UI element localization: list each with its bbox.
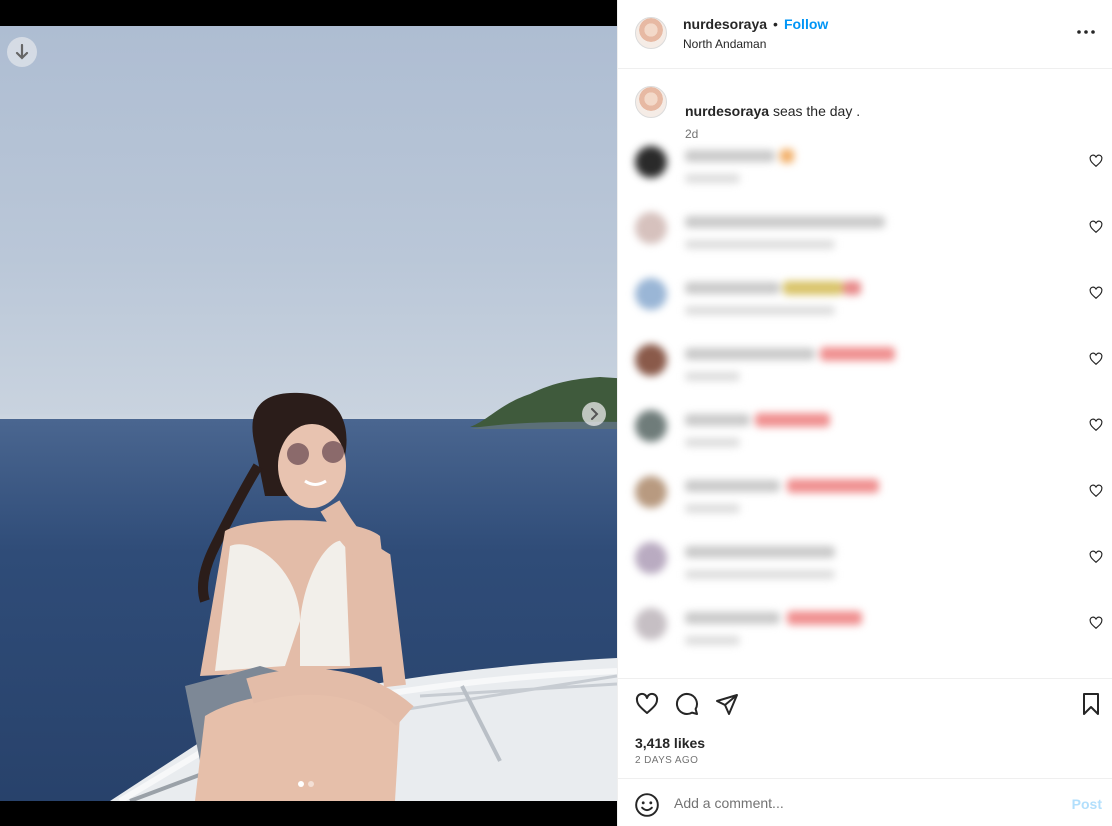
avatar bbox=[635, 476, 667, 508]
carousel-dot bbox=[298, 781, 304, 787]
list-item bbox=[635, 410, 1105, 460]
comments-list[interactable]: nurdesoraya seas the day . 2d bbox=[618, 70, 1112, 678]
comment-like-icon[interactable] bbox=[1089, 352, 1103, 366]
comment-button[interactable] bbox=[674, 691, 700, 717]
avatar bbox=[635, 344, 667, 376]
header-username[interactable]: nurdesoraya bbox=[683, 16, 767, 32]
save-button[interactable] bbox=[1078, 691, 1104, 717]
more-horizontal-icon bbox=[1077, 30, 1095, 34]
comment-like-icon[interactable] bbox=[1089, 484, 1103, 498]
post-panel: nurdesoraya • Follow North Andaman nurde… bbox=[617, 0, 1112, 826]
person-figure bbox=[185, 392, 414, 801]
avatar bbox=[635, 146, 667, 178]
list-item bbox=[635, 146, 1105, 196]
likes-count[interactable]: 3,418 likes bbox=[635, 735, 705, 751]
caption-text: seas the day . bbox=[772, 103, 861, 119]
carousel-indicator bbox=[298, 781, 314, 787]
comment-like-icon[interactable] bbox=[1089, 418, 1103, 432]
list-item bbox=[635, 608, 1105, 658]
post-media bbox=[0, 0, 617, 826]
list-item bbox=[635, 278, 1105, 328]
caption-timestamp[interactable]: 2d bbox=[685, 127, 698, 141]
carousel-dot bbox=[308, 781, 314, 787]
list-item bbox=[635, 542, 1105, 592]
like-button[interactable] bbox=[634, 691, 660, 717]
bookmark-icon bbox=[1083, 693, 1099, 715]
post-photo[interactable] bbox=[0, 26, 617, 801]
comment-like-icon[interactable] bbox=[1089, 550, 1103, 564]
separator-dot: • bbox=[773, 16, 778, 32]
avatar[interactable] bbox=[635, 86, 667, 118]
location-link[interactable]: North Andaman bbox=[683, 37, 766, 51]
caption-username[interactable]: nurdesoraya bbox=[685, 103, 769, 119]
carousel-next-button[interactable] bbox=[582, 402, 606, 426]
more-options-button[interactable] bbox=[1074, 20, 1098, 44]
list-item bbox=[635, 344, 1105, 394]
download-arrow-icon bbox=[15, 44, 29, 60]
post-actions: 3,418 likes 2 DAYS AGO bbox=[618, 678, 1112, 778]
avatar bbox=[635, 278, 667, 310]
avatar bbox=[635, 542, 667, 574]
avatar[interactable] bbox=[635, 17, 667, 49]
comment-bubble-icon bbox=[675, 692, 698, 715]
comment-input[interactable] bbox=[674, 787, 1054, 819]
smiley-icon[interactable] bbox=[634, 792, 660, 818]
paper-plane-icon bbox=[716, 694, 738, 715]
post-timestamp: 2 DAYS AGO bbox=[635, 755, 699, 766]
comment-like-icon[interactable] bbox=[1089, 220, 1103, 234]
post-header: nurdesoraya • Follow North Andaman bbox=[618, 0, 1112, 69]
add-comment-bar: Post bbox=[618, 778, 1112, 826]
download-button[interactable] bbox=[7, 37, 37, 67]
share-button[interactable] bbox=[714, 691, 740, 717]
heart-icon bbox=[635, 692, 659, 714]
comment-like-icon[interactable] bbox=[1089, 286, 1103, 300]
comment-like-icon[interactable] bbox=[1089, 616, 1103, 630]
post-comment-button[interactable]: Post bbox=[1072, 796, 1102, 812]
post-caption: nurdesoraya seas the day . 2d bbox=[635, 86, 1095, 146]
list-item bbox=[635, 212, 1105, 262]
comment-like-icon[interactable] bbox=[1089, 154, 1103, 168]
avatar bbox=[635, 608, 667, 640]
list-item bbox=[635, 476, 1105, 526]
follow-button[interactable]: Follow bbox=[784, 16, 828, 32]
avatar bbox=[635, 410, 667, 442]
chevron-right-icon bbox=[591, 408, 599, 420]
avatar bbox=[635, 212, 667, 244]
